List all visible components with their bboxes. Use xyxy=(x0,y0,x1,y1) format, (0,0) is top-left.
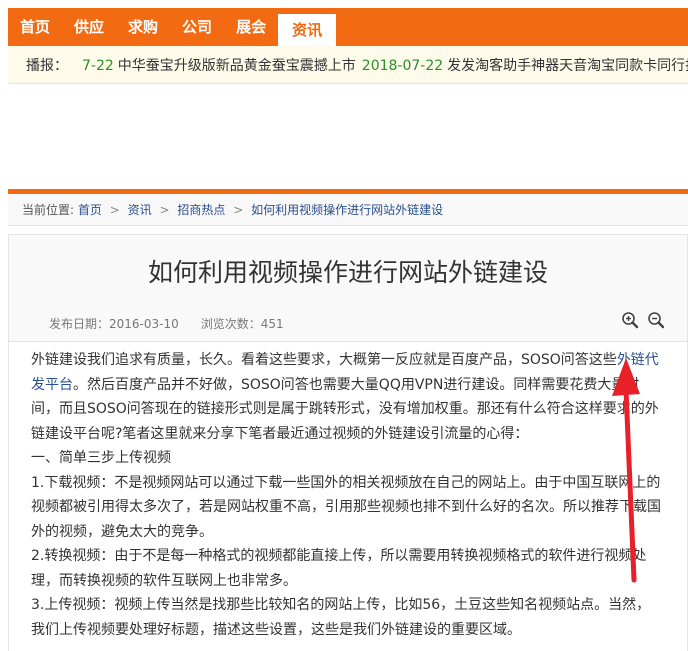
paragraph-text: 外链建设我们追求有质量，长久。看着这些要求，大概第一反应就是百度产品，SOSO问… xyxy=(31,352,617,368)
publish-date: 2016-03-10 xyxy=(109,317,179,331)
breadcrumb: 当前位置: 首页 > 资讯 > 招商热点 > 如何利用视频操作进行网站外链建设 xyxy=(8,194,688,226)
zoom-tools xyxy=(621,311,665,329)
nav-item-home[interactable]: 首页 xyxy=(8,8,62,46)
ticker-date: 7-22 xyxy=(82,57,114,74)
breadcrumb-news[interactable]: 资讯 xyxy=(128,203,152,217)
top-nav: 首页 供应 求购 公司 展会 资讯 xyxy=(8,8,688,46)
breadcrumb-separator: > xyxy=(233,203,244,217)
ticker-item[interactable]: 7-22 中华蚕宝升级版新品黄金蚕宝震撼上市 xyxy=(82,55,356,75)
breadcrumb-home[interactable]: 首页 xyxy=(78,203,102,217)
ticker-title[interactable]: 发发淘客助手神器天音淘宝同款卡同行批量 xyxy=(447,58,688,74)
article-paragraph: 外链建设我们追求有质量，长久。看着这些要求，大概第一反应就是百度产品，SOSO问… xyxy=(31,348,661,446)
paragraph-text: 。然后百度产品并不好做，SOSO问答也需要大量QQ用VPN进行建设。同样需要花费… xyxy=(31,376,659,442)
article-header: 如何利用视频操作进行网站外链建设 发布日期：2016-03-10 浏览次数：451 xyxy=(8,234,688,342)
publish-date-label: 发布日期： xyxy=(49,317,110,331)
nav-item-company[interactable]: 公司 xyxy=(170,8,224,46)
ticker-title[interactable]: 中华蚕宝升级版新品黄金蚕宝震撼上市 xyxy=(118,58,356,74)
nav-item-purchase[interactable]: 求购 xyxy=(116,8,170,46)
ticker-date: 2018-07-22 xyxy=(361,57,444,74)
breadcrumb-current[interactable]: 如何利用视频操作进行网站外链建设 xyxy=(251,203,443,217)
article-paragraph: 3.上传视频：视频上传当然是找那些比较知名的网站上传，比如56，土豆这些知名视频… xyxy=(31,597,651,638)
ticker-label: 播报： xyxy=(26,57,68,74)
article-body: 外链建设我们追求有质量，长久。看着这些要求，大概第一反应就是百度产品，SOSO问… xyxy=(8,342,688,651)
nav-item-news[interactable]: 资讯 xyxy=(278,14,337,46)
article-meta: 发布日期：2016-03-10 浏览次数：451 xyxy=(49,315,284,332)
zoom-out-icon[interactable] xyxy=(647,311,665,329)
view-count: 451 xyxy=(260,317,284,331)
article-paragraph: 1.下载视频：不是视频网站可以通过下载一些国外的相关视频放在自己的网站上。由于中… xyxy=(31,474,661,540)
breadcrumb-prefix: 当前位置: xyxy=(22,203,75,217)
breadcrumb-separator: > xyxy=(109,203,120,217)
article-paragraph: 2.转换视频：由于不是每一种格式的视频都能直接上传，所以需要用转换视频格式的软件… xyxy=(31,548,647,589)
view-count-label: 浏览次数： xyxy=(200,317,261,331)
breadcrumb-separator: > xyxy=(159,203,170,217)
ticker-item[interactable]: 2018-07-22 发发淘客助手神器天音淘宝同款卡同行批量 xyxy=(362,55,688,75)
breadcrumb-category[interactable]: 招商热点 xyxy=(177,203,225,217)
article-title: 如何利用视频操作进行网站外链建设 xyxy=(147,258,548,287)
nav-item-supply[interactable]: 供应 xyxy=(62,8,116,46)
nav-item-exhibition[interactable]: 展会 xyxy=(224,8,278,46)
news-ticker: 播报： 7-22 中华蚕宝升级版新品黄金蚕宝震撼上市 2018-07-22 发发淘客… xyxy=(8,46,688,84)
article-subheading: 一、简单三步上传视频 xyxy=(31,450,171,466)
zoom-in-icon[interactable] xyxy=(621,311,639,329)
